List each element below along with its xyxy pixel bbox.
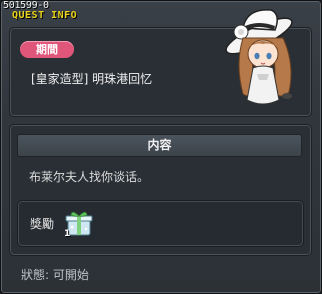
content-header: 内容 — [17, 134, 302, 157]
reward-quantity: 1 — [64, 229, 71, 239]
npc-portrait — [225, 9, 293, 105]
quest-name: [皇家造型] 明珠港回忆 — [31, 72, 153, 86]
dress — [246, 65, 280, 105]
reward-box — [17, 200, 304, 247]
content-text: 布莱尔夫人找你谈话。 — [29, 170, 150, 184]
quest-status: 狀態: 可開始 — [21, 268, 89, 282]
period-badge: 期間 — [20, 41, 74, 58]
window-title: QUEST INFO — [12, 10, 78, 21]
reward-label: 獎勵 — [30, 217, 55, 231]
